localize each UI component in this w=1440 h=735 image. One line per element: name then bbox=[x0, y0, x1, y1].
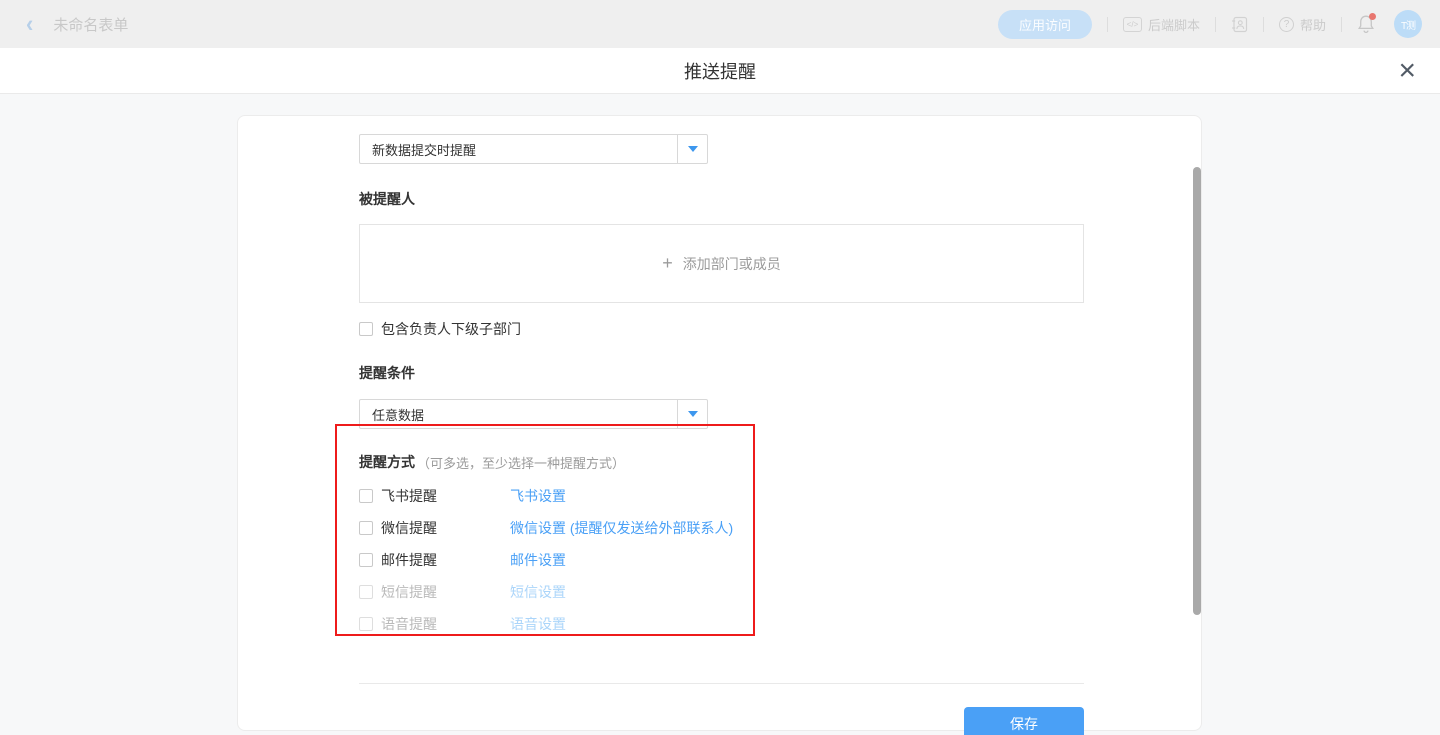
divider bbox=[1341, 17, 1342, 32]
wechat-settings-link[interactable]: 微信设置 (提醒仅发送给外部联系人) bbox=[510, 518, 733, 538]
save-row: 保存 bbox=[359, 707, 1084, 735]
reminder-settings-card: 新数据提交时提醒 被提醒人 + 添加部门或成员 包含负责人下级子部门 提醒条件 … bbox=[237, 115, 1202, 731]
form-title: 未命名表单 bbox=[53, 14, 128, 35]
code-icon: </> bbox=[1123, 17, 1142, 32]
methods-header: 提醒方式 （可多选，至少选择一种提醒方式） bbox=[359, 452, 1082, 472]
method-row-feishu: 飞书提醒 飞书设置 bbox=[359, 488, 1082, 504]
help-icon: ? bbox=[1279, 17, 1294, 32]
modal-body: 新数据提交时提醒 被提醒人 + 添加部门或成员 包含负责人下级子部门 提醒条件 … bbox=[0, 94, 1440, 735]
voice-checkbox bbox=[359, 617, 373, 631]
add-member-button[interactable]: + 添加部门或成员 bbox=[359, 224, 1084, 303]
method-row-email: 邮件提醒 邮件设置 bbox=[359, 552, 1082, 568]
close-icon[interactable]: × bbox=[1398, 56, 1416, 86]
chevron-down-icon bbox=[688, 146, 698, 152]
backend-script-button[interactable]: </> 后端脚本 bbox=[1123, 15, 1200, 34]
modal-header: 推送提醒 × bbox=[0, 48, 1440, 94]
email-label: 邮件提醒 bbox=[381, 550, 510, 570]
voice-settings-link: 语音设置 bbox=[510, 614, 566, 634]
contacts-icon bbox=[1231, 16, 1248, 33]
include-sub-dept-label: 包含负责人下级子部门 bbox=[381, 319, 521, 339]
notifications-button[interactable] bbox=[1357, 14, 1375, 34]
push-reminder-modal: 推送提醒 × 新数据提交时提醒 被提醒人 + 添加部门或成员 包含负责人下级子部… bbox=[0, 48, 1440, 735]
feishu-label: 飞书提醒 bbox=[381, 486, 510, 506]
topbar-left: ‹ 未命名表单 bbox=[26, 0, 128, 48]
help-label: 帮助 bbox=[1300, 15, 1326, 34]
include-sub-dept-row: 包含负责人下级子部门 bbox=[359, 319, 1082, 339]
plus-icon: + bbox=[662, 253, 673, 274]
condition-select-value: 任意数据 bbox=[360, 400, 677, 428]
app-access-button[interactable]: 应用访问 bbox=[998, 10, 1092, 39]
wechat-checkbox[interactable] bbox=[359, 521, 373, 535]
trigger-select[interactable]: 新数据提交时提醒 bbox=[359, 134, 708, 164]
sms-label: 短信提醒 bbox=[381, 582, 510, 602]
methods-label: 提醒方式 bbox=[359, 452, 415, 472]
feishu-checkbox[interactable] bbox=[359, 489, 373, 503]
save-button[interactable]: 保存 bbox=[964, 707, 1084, 735]
email-checkbox[interactable] bbox=[359, 553, 373, 567]
recipient-label: 被提醒人 bbox=[359, 189, 1082, 209]
feishu-settings-link[interactable]: 飞书设置 bbox=[510, 486, 566, 506]
topbar-right: 应用访问 </> 后端脚本 ? 帮助 bbox=[998, 0, 1422, 48]
email-settings-link[interactable]: 邮件设置 bbox=[510, 550, 566, 570]
condition-label: 提醒条件 bbox=[359, 363, 1082, 383]
method-row-sms: 短信提醒 短信设置 bbox=[359, 584, 1082, 600]
condition-select-arrow bbox=[677, 400, 707, 428]
method-row-wechat: 微信提醒 微信设置 (提醒仅发送给外部联系人) bbox=[359, 520, 1082, 536]
wechat-label: 微信提醒 bbox=[381, 518, 510, 538]
topbar: ‹ 未命名表单 应用访问 </> 后端脚本 ? 帮助 bbox=[0, 0, 1440, 48]
backend-script-label: 后端脚本 bbox=[1148, 15, 1200, 34]
modal-title: 推送提醒 bbox=[684, 58, 756, 84]
back-icon[interactable]: ‹ bbox=[26, 12, 33, 36]
sms-checkbox bbox=[359, 585, 373, 599]
divider bbox=[1215, 17, 1216, 32]
chevron-down-icon bbox=[688, 411, 698, 417]
divider bbox=[1107, 17, 1108, 32]
condition-select[interactable]: 任意数据 bbox=[359, 399, 708, 429]
add-member-label: 添加部门或成员 bbox=[683, 254, 781, 274]
help-button[interactable]: ? 帮助 bbox=[1279, 15, 1326, 34]
trigger-select-value: 新数据提交时提醒 bbox=[360, 135, 677, 163]
notification-dot bbox=[1369, 13, 1376, 20]
voice-label: 语音提醒 bbox=[381, 614, 510, 634]
methods-hint: （可多选，至少选择一种提醒方式） bbox=[417, 453, 625, 472]
trigger-select-arrow bbox=[677, 135, 707, 163]
scrollbar-thumb[interactable] bbox=[1193, 167, 1201, 615]
method-row-voice: 语音提醒 语音设置 bbox=[359, 616, 1082, 632]
contacts-button[interactable] bbox=[1231, 16, 1248, 33]
avatar[interactable]: T测 bbox=[1394, 10, 1422, 38]
divider bbox=[1263, 17, 1264, 32]
divider bbox=[359, 683, 1084, 684]
include-sub-dept-checkbox[interactable] bbox=[359, 322, 373, 336]
sms-settings-link: 短信设置 bbox=[510, 582, 566, 602]
